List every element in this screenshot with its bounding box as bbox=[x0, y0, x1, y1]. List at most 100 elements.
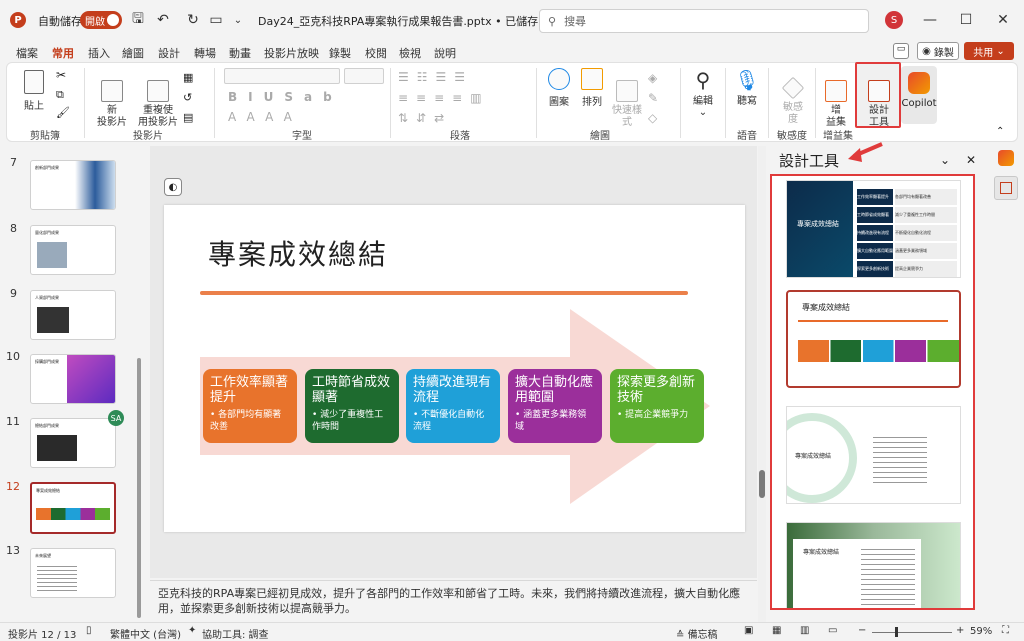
copilot-slide-icon[interactable]: ◐ bbox=[164, 178, 182, 196]
accessibility-status[interactable]: 協助工具: 調查 bbox=[202, 626, 269, 641]
close-pane-icon[interactable]: ✕ bbox=[966, 153, 976, 167]
font-format-buttons[interactable]: BIUSab bbox=[228, 90, 343, 104]
language-indicator[interactable]: 繁體中文 (台灣) bbox=[110, 626, 181, 641]
reuse-slide-button[interactable]: 重複使 用投影片 bbox=[136, 68, 180, 129]
spacing-buttons[interactable]: ⇅⇵⇄ bbox=[398, 111, 452, 125]
copilot-button[interactable]: Copilot bbox=[901, 66, 937, 124]
arrange-button[interactable]: 排列 bbox=[578, 68, 606, 108]
paste-button[interactable]: 貼上 bbox=[18, 70, 50, 112]
zoom-out-icon[interactable]: − bbox=[858, 625, 866, 636]
zoom-in-icon[interactable]: + bbox=[956, 625, 964, 636]
tab-review[interactable]: 校閱 bbox=[365, 45, 387, 61]
search-placeholder: 搜尋 bbox=[564, 15, 587, 28]
autosave-toggle[interactable]: 開啟 bbox=[80, 11, 122, 29]
close-icon[interactable]: ✕ bbox=[993, 10, 1013, 30]
tab-transitions[interactable]: 轉場 bbox=[194, 45, 216, 61]
tab-animations[interactable]: 動畫 bbox=[229, 45, 251, 61]
font-color-buttons[interactable]: AAAA bbox=[228, 110, 302, 124]
cut-icon[interactable]: ✂ bbox=[56, 68, 66, 82]
designer-rail-icon[interactable] bbox=[994, 176, 1018, 200]
designer-pane-title: 設計工具 bbox=[779, 152, 840, 170]
font-size-select[interactable] bbox=[344, 68, 384, 84]
slide-counter: 投影片 12 / 13 bbox=[8, 630, 77, 641]
zoom-slider[interactable] bbox=[872, 632, 952, 633]
new-slide-button[interactable]: 新 投影片 bbox=[92, 68, 132, 129]
slide-thumbnail-10[interactable]: 採購部門成果 bbox=[30, 354, 116, 404]
format-painter-icon[interactable]: 🖌 bbox=[56, 106, 70, 119]
copilot-rail-icon[interactable] bbox=[998, 150, 1014, 166]
customize-toolbar-icon[interactable]: ⌄ bbox=[228, 10, 248, 30]
tab-slideshow[interactable]: 投影片放映 bbox=[264, 45, 319, 61]
tab-file[interactable]: 檔案 bbox=[16, 45, 38, 61]
document-title[interactable]: Day24_亞克科技RPA專案執行成果報告書.pptx • 已儲存 ⌄ bbox=[258, 13, 551, 29]
accessibility-icon[interactable]: ✦ bbox=[188, 625, 196, 636]
summary-card[interactable]: 工作效率顯著提升 • 各部門均有顯著改善 bbox=[203, 369, 297, 443]
design-idea-3[interactable]: 專案成效總結 bbox=[786, 406, 961, 504]
slide-sorter-icon[interactable]: ▦ bbox=[772, 625, 781, 636]
slide-thumbnail-7[interactable]: 創新部門成果 bbox=[30, 160, 116, 210]
copy-icon[interactable]: ⧉ bbox=[56, 88, 64, 102]
maximize-icon[interactable]: ☐ bbox=[956, 10, 976, 30]
save-icon[interactable]: 🖫 bbox=[128, 10, 148, 30]
user-avatar[interactable]: S bbox=[885, 11, 903, 29]
list-buttons[interactable]: ☰☷☰☰ bbox=[398, 70, 473, 84]
addins-button[interactable]: 增 益集 bbox=[822, 68, 850, 129]
designer-button[interactable]: 設計 工具 bbox=[855, 62, 901, 128]
zoom-slider-thumb[interactable] bbox=[895, 627, 898, 637]
edit-button[interactable]: ⚲ 編輯 ⌄ bbox=[688, 68, 718, 118]
design-idea-1[interactable]: 專案成效總結 工作效率顯著提升 工時節省成效顯著 持續改進現有流程 擴大自動化應… bbox=[786, 180, 961, 278]
current-slide[interactable]: 專案成效總結 工作效率顯著提升 • 各部門均有顯著改善 工時節省成效顯著 • 減少了… bbox=[164, 205, 745, 532]
tab-home[interactable]: 常用 bbox=[52, 45, 74, 65]
slide-thumbnail-9[interactable]: 人資部門成果 bbox=[30, 290, 116, 340]
align-buttons[interactable]: ≡≡≡≡▥ bbox=[398, 91, 490, 105]
tab-draw[interactable]: 繪圖 bbox=[122, 45, 144, 61]
redo-icon[interactable]: ↻ bbox=[183, 10, 203, 30]
slideshow-view-icon[interactable]: ▭ bbox=[828, 625, 837, 636]
tab-view[interactable]: 檢視 bbox=[399, 45, 421, 61]
comments-icon[interactable]: ▭ bbox=[893, 43, 909, 59]
canvas-scrollbar-thumb[interactable] bbox=[759, 470, 765, 498]
quick-styles-button[interactable]: 快速樣 式 bbox=[610, 68, 644, 129]
tab-record[interactable]: 錄製 bbox=[329, 45, 351, 61]
summary-card[interactable]: 探索更多創新技術 • 提高企業競爭力 bbox=[610, 369, 704, 443]
notes-button[interactable]: ≙ 備忘稿 bbox=[676, 626, 718, 641]
summary-card[interactable]: 工時節省成效顯著 • 減少了重複性工作時間 bbox=[305, 369, 399, 443]
shapes-button[interactable]: 圖案 bbox=[545, 68, 573, 108]
tab-help[interactable]: 說明 bbox=[434, 45, 456, 61]
summary-card[interactable]: 持續改進現有流程 • 不斷優化自動化流程 bbox=[406, 369, 500, 443]
speaker-notes[interactable]: 亞克科技的RPA專案已經初見成效，提升了各部門的工作效率和節省了工時。未來，我們… bbox=[150, 580, 757, 622]
sensitivity-button[interactable]: 敏感 度 bbox=[776, 68, 810, 126]
slide-thumbnail-11[interactable]: 總結部門成果 bbox=[30, 418, 116, 468]
zoom-level[interactable]: 59% bbox=[970, 626, 992, 637]
tab-design[interactable]: 設計 bbox=[158, 45, 180, 61]
design-idea-2[interactable]: 專案成效總結 bbox=[786, 290, 961, 388]
minimize-icon[interactable]: — bbox=[920, 10, 940, 30]
design-idea-4[interactable]: 專案成效總結 bbox=[786, 522, 961, 608]
spellcheck-icon[interactable]: ▯ bbox=[86, 625, 92, 636]
slide-title[interactable]: 專案成效總結 bbox=[208, 233, 388, 273]
share-button[interactable]: 共用 ⌄ bbox=[964, 42, 1014, 60]
dictate-button[interactable]: 🎙 聽寫 bbox=[733, 68, 761, 107]
canvas-scrollbar-track bbox=[758, 146, 766, 622]
thumbnail-scrollbar[interactable] bbox=[137, 358, 141, 618]
summary-card[interactable]: 擴大自動化應用範圍 • 涵蓋更多業務領域 bbox=[508, 369, 602, 443]
layout-icon[interactable]: ▦ ↺ ▤ bbox=[183, 68, 193, 128]
slide-thumbnail-13[interactable]: 未來展望 bbox=[30, 548, 116, 598]
powerpoint-logo-icon: P bbox=[10, 12, 26, 28]
record-button[interactable]: ◉ 錄製 bbox=[917, 42, 959, 60]
undo-icon[interactable]: ↶ bbox=[153, 10, 173, 30]
separator bbox=[725, 68, 726, 138]
slide-thumbnail-8[interactable]: 量化部門成果 bbox=[30, 225, 116, 275]
tab-insert[interactable]: 插入 bbox=[88, 45, 110, 61]
pane-options-chevron-icon[interactable]: ⌄ bbox=[940, 153, 950, 167]
fit-to-window-icon[interactable]: ⛶ bbox=[1002, 625, 1009, 636]
search-box[interactable]: ⚲ 搜尋 bbox=[539, 9, 869, 33]
shape-fill-icons[interactable]: ◈ ✎ ◇ bbox=[648, 68, 658, 128]
normal-view-icon[interactable]: ▣ bbox=[744, 625, 753, 636]
font-name-select[interactable] bbox=[224, 68, 340, 84]
collapse-ribbon-icon[interactable]: ⌃ bbox=[996, 126, 1004, 137]
present-icon[interactable]: ▭ bbox=[206, 10, 226, 30]
reading-view-icon[interactable]: ▥ bbox=[800, 625, 809, 636]
slide-thumbnail-12[interactable]: 專案成效總結 bbox=[30, 482, 116, 534]
comment-badge[interactable]: SA bbox=[108, 410, 124, 426]
